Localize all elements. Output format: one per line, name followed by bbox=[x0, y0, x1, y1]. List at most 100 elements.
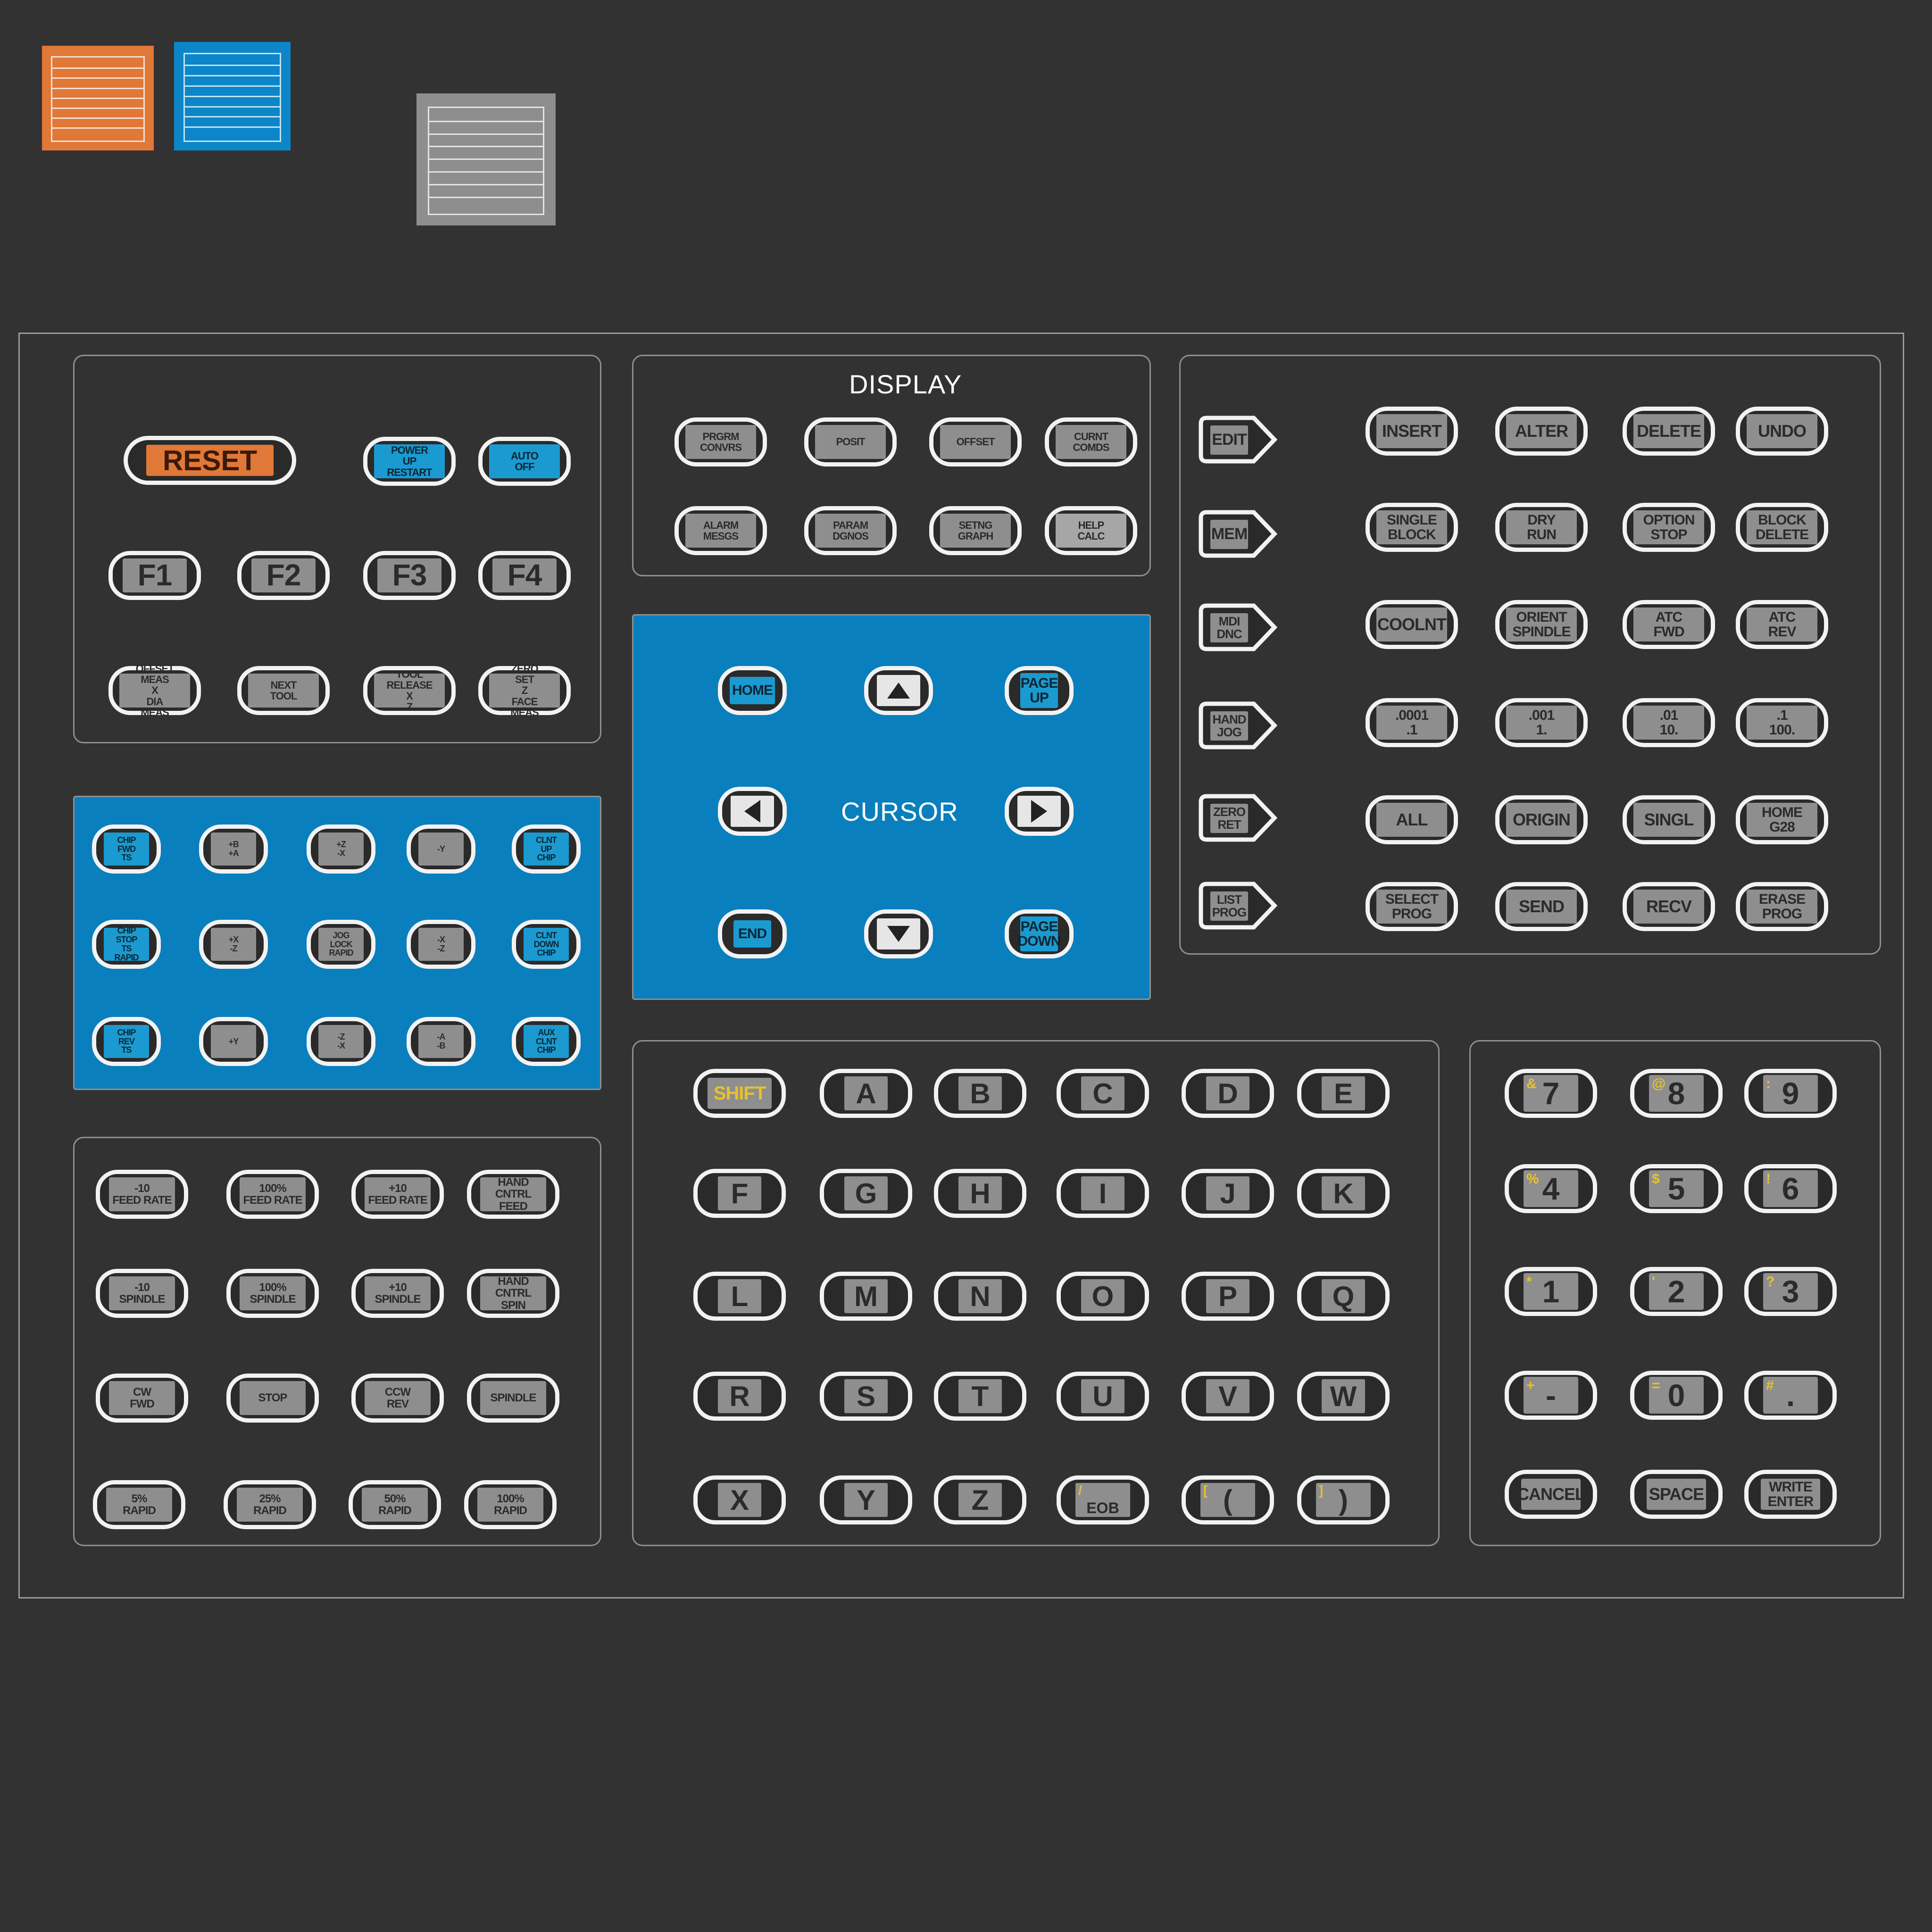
override-10-feed-rate[interactable]: +10 FEED RATE bbox=[351, 1170, 444, 1219]
key-r[interactable]: R bbox=[693, 1372, 786, 1421]
key-open-paren[interactable]: ([ bbox=[1182, 1475, 1274, 1524]
key-p[interactable]: P bbox=[1182, 1272, 1274, 1321]
numpad-key-4[interactable]: 4% bbox=[1505, 1164, 1597, 1213]
override-10-feed-rate[interactable]: -10 FEED RATE bbox=[96, 1170, 188, 1219]
help-calc-button[interactable]: HELP CALC bbox=[1045, 506, 1137, 555]
key-f[interactable]: F bbox=[693, 1169, 786, 1218]
jog-key-a-b[interactable]: -A -B bbox=[407, 1017, 475, 1066]
mode-key-recv[interactable]: RECV bbox=[1623, 882, 1715, 931]
key-l[interactable]: L bbox=[693, 1272, 786, 1321]
shift-key[interactable]: SHIFT bbox=[693, 1069, 786, 1118]
override-100-feed-rate[interactable]: 100% FEED RATE bbox=[226, 1170, 319, 1219]
key-a[interactable]: A bbox=[820, 1069, 912, 1118]
key-close-paren[interactable]: )] bbox=[1297, 1475, 1390, 1524]
jog-key-y[interactable]: -Y bbox=[407, 824, 475, 874]
power-up-restart-button[interactable]: POWER UP RESTART bbox=[363, 437, 456, 486]
jog-key-aux-clnt-chip[interactable]: AUX CLNT CHIP bbox=[512, 1017, 581, 1066]
write-enter-button[interactable]: WRITE ENTER bbox=[1744, 1470, 1837, 1519]
key-h[interactable]: H bbox=[934, 1169, 1026, 1218]
override-stop[interactable]: STOP bbox=[226, 1374, 319, 1423]
override-5-rapid[interactable]: 5% RAPID bbox=[93, 1480, 185, 1529]
mode-key-dry-run[interactable]: DRY RUN bbox=[1495, 503, 1588, 552]
mode-zero-button[interactable]: ZERO RET bbox=[1198, 793, 1278, 842]
override-25-rapid[interactable]: 25% RAPID bbox=[224, 1480, 316, 1529]
key-j[interactable]: J bbox=[1182, 1169, 1274, 1218]
jog-key-chip-rev-ts[interactable]: CHIP REV TS bbox=[92, 1017, 161, 1066]
f2-key[interactable]: F2 bbox=[237, 551, 330, 600]
numpad-key-minus[interactable]: - + bbox=[1505, 1371, 1597, 1420]
page-up-button[interactable]: PAGE UP bbox=[1005, 666, 1074, 715]
mode-key-option-stop[interactable]: OPTION STOP bbox=[1623, 503, 1715, 552]
mode-key-send[interactable]: SEND bbox=[1495, 882, 1588, 931]
mode-key-delete[interactable]: DELETE bbox=[1623, 407, 1715, 456]
mode-key-undo[interactable]: UNDO bbox=[1736, 407, 1828, 456]
numpad-key-dot[interactable]: . # bbox=[1744, 1371, 1837, 1420]
offset-measure-button[interactable]: OFFSET MEAS X DIA MEAS bbox=[108, 663, 201, 718]
numpad-key-7[interactable]: 7 & bbox=[1505, 1069, 1597, 1118]
numpad-key-1[interactable]: 1 * bbox=[1505, 1267, 1597, 1316]
key-b[interactable]: B bbox=[934, 1069, 1026, 1118]
mode-key-atc-fwd[interactable]: ATC FWD bbox=[1623, 600, 1715, 649]
key-z[interactable]: Z bbox=[934, 1475, 1026, 1524]
mode-key-select-prog[interactable]: SELECT PROG bbox=[1366, 882, 1458, 931]
page-down-button[interactable]: PAGE DOWN bbox=[1005, 909, 1074, 958]
mode-key-home-g28[interactable]: HOME G28 bbox=[1736, 795, 1828, 844]
jog-key-jog-lock-rapid[interactable]: JOG LOCK RAPID bbox=[307, 920, 375, 969]
mode-key-atc-rev[interactable]: ATC REV bbox=[1736, 600, 1828, 649]
cursor-down-button[interactable] bbox=[864, 909, 933, 958]
numpad-key-5[interactable]: 5 $ bbox=[1630, 1164, 1723, 1213]
mode-key-001-1[interactable]: .001 1. bbox=[1495, 698, 1588, 747]
mode-key-all[interactable]: ALL bbox=[1366, 795, 1458, 844]
key-v[interactable]: V bbox=[1182, 1372, 1274, 1421]
jog-key-x-z[interactable]: +X -Z bbox=[199, 920, 268, 969]
key-y[interactable]: Y bbox=[820, 1475, 912, 1524]
param-dgnos-button[interactable]: PARAM DGNOS bbox=[804, 506, 897, 555]
override-100-spindle[interactable]: 100% SPINDLE bbox=[226, 1269, 319, 1318]
numpad-key-0[interactable]: 0 = bbox=[1630, 1371, 1723, 1420]
jog-key-b-a[interactable]: +B +A bbox=[199, 824, 268, 874]
jog-key-z-x[interactable]: -Z -X bbox=[307, 1017, 375, 1066]
mode-key-alter[interactable]: ALTER bbox=[1495, 407, 1588, 456]
key-w[interactable]: W bbox=[1297, 1372, 1390, 1421]
key-d[interactable]: D bbox=[1182, 1069, 1274, 1118]
mode-key-singl[interactable]: SINGL bbox=[1623, 795, 1715, 844]
key-s[interactable]: S bbox=[820, 1372, 912, 1421]
numpad-key-3[interactable]: 3? bbox=[1744, 1267, 1837, 1316]
override-hand-cntrl-spin[interactable]: HAND CNTRL SPIN bbox=[467, 1269, 559, 1318]
mode-list-button[interactable]: LIST PROG bbox=[1198, 881, 1278, 930]
zero-set-button[interactable]: ZERO SET Z FACE MEAS bbox=[478, 663, 571, 718]
numpad-key-6[interactable]: 6! bbox=[1744, 1164, 1837, 1213]
key-q[interactable]: Q bbox=[1297, 1272, 1390, 1321]
tool-release-button[interactable]: TOOL RELEASE X Z bbox=[363, 666, 456, 715]
cursor-up-button[interactable] bbox=[864, 666, 933, 715]
key-t[interactable]: T bbox=[934, 1372, 1026, 1421]
mode-key-coolnt[interactable]: COOLNT bbox=[1366, 600, 1458, 649]
override-spindle[interactable]: SPINDLE bbox=[467, 1374, 559, 1423]
mode-edit-button[interactable]: EDIT bbox=[1198, 415, 1278, 464]
end-button[interactable]: END bbox=[718, 909, 787, 958]
numpad-key-2[interactable]: 2 ' bbox=[1630, 1267, 1723, 1316]
key-x[interactable]: X bbox=[693, 1475, 786, 1524]
offset-display-button[interactable]: OFFSET bbox=[929, 417, 1022, 466]
jog-key-chip-stop-ts-rapid[interactable]: CHIP STOP TS RAPID bbox=[92, 920, 161, 969]
next-tool-button[interactable]: NEXT TOOL bbox=[237, 666, 330, 715]
key-n[interactable]: N bbox=[934, 1272, 1026, 1321]
override-ccw-rev[interactable]: CCW REV bbox=[351, 1374, 444, 1423]
current-commands-button[interactable]: CURNT COMDS bbox=[1045, 417, 1137, 466]
posit-button[interactable]: POSIT bbox=[804, 417, 897, 466]
mode-hand-button[interactable]: HAND JOG bbox=[1198, 701, 1278, 750]
mode-mem-button[interactable]: MEM bbox=[1198, 509, 1278, 558]
auto-off-button[interactable]: AUTO OFF bbox=[478, 437, 571, 486]
f1-key[interactable]: F1 bbox=[108, 551, 201, 600]
key-u[interactable]: U bbox=[1057, 1372, 1149, 1421]
override-cw-fwd[interactable]: CW FWD bbox=[96, 1374, 188, 1423]
key-eob[interactable]: EOB / bbox=[1057, 1475, 1149, 1524]
jog-key-chip-fwd-ts[interactable]: CHIP FWD TS bbox=[92, 824, 161, 874]
mode-key-erase-prog[interactable]: ERASE PROG bbox=[1736, 882, 1828, 931]
jog-key-z-x[interactable]: +Z -X bbox=[307, 824, 375, 874]
program-convrs-button[interactable]: PRGRM CONVRS bbox=[675, 417, 767, 466]
setng-graph-button[interactable]: SETNG GRAPH bbox=[929, 506, 1022, 555]
jog-key-y[interactable]: +Y bbox=[199, 1017, 268, 1066]
jog-key-clnt-up-chip[interactable]: CLNT UP CHIP bbox=[512, 824, 581, 874]
mode-key-insert[interactable]: INSERT bbox=[1366, 407, 1458, 456]
